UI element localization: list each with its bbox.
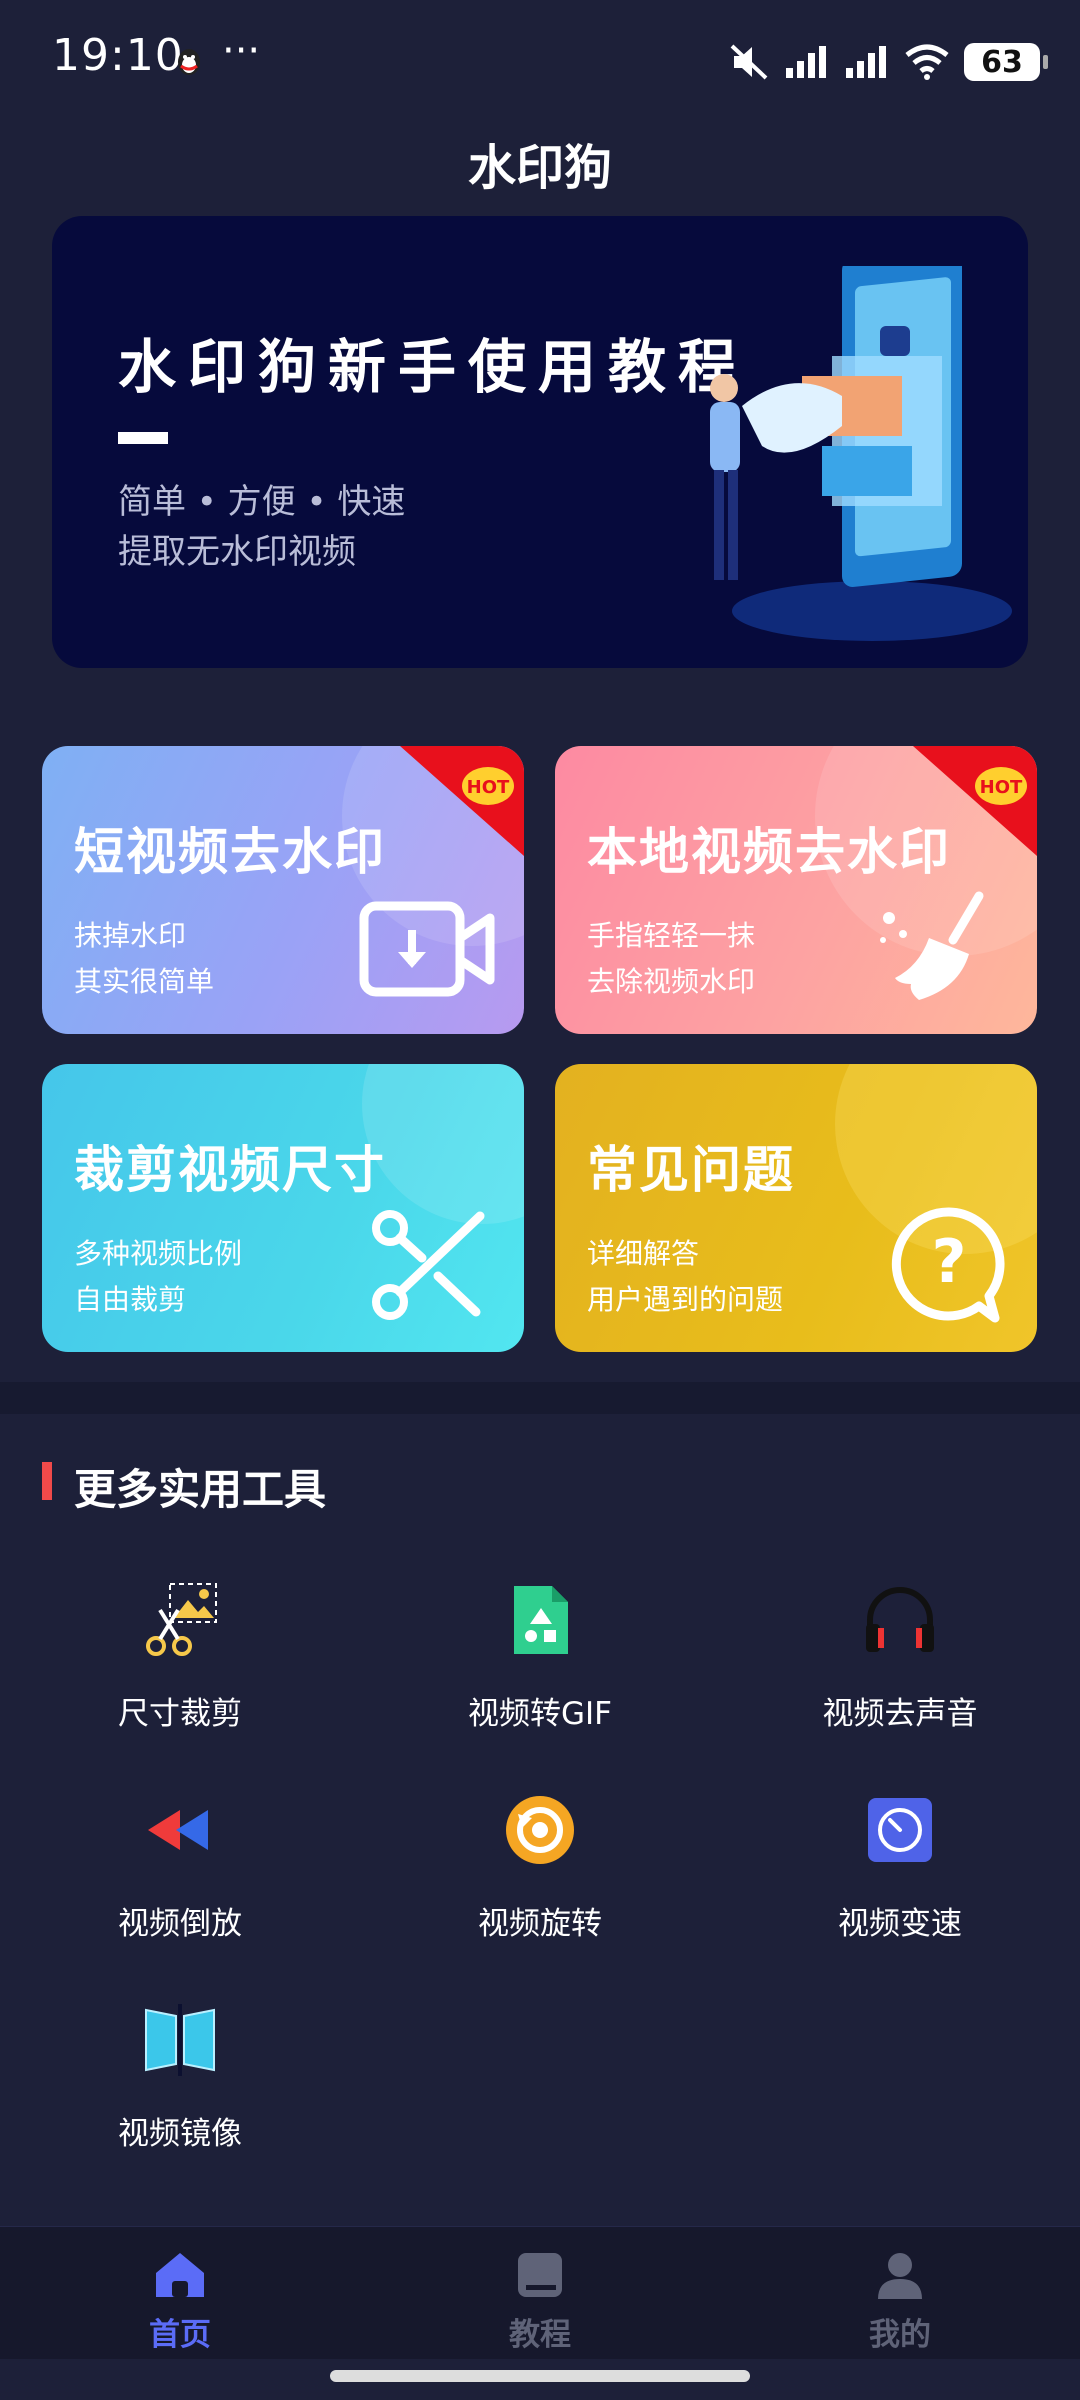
book-icon — [518, 2253, 562, 2297]
card-short-video-watermark[interactable]: HOT 短视频去水印 抹掉水印 其实很简单 — [42, 746, 524, 1034]
nav-label: 教程 — [509, 2317, 571, 2353]
tool-size-crop[interactable]: 尺寸裁剪 — [30, 1580, 330, 1760]
status-more-dots: ··· — [222, 28, 261, 74]
card-subtitle-1: 详细解答 — [587, 1237, 700, 1270]
card-subtitle-2: 其实很简单 — [74, 965, 215, 998]
headphones-icon — [866, 1587, 934, 1652]
banner-dash — [118, 432, 168, 444]
hot-badge-icon: HOT — [400, 746, 524, 856]
banner-illustration — [710, 266, 1012, 641]
tool-label: 视频镜像 — [118, 2116, 242, 2152]
card-title: 常见问题 — [587, 1141, 795, 1199]
tool-label: 视频旋转 — [478, 1906, 602, 1942]
nav-label: 我的 — [869, 2317, 931, 2353]
tool-reverse-video[interactable]: 视频倒放 — [30, 1790, 330, 1970]
tool-mirror-video[interactable]: 视频镜像 — [30, 2000, 330, 2180]
tool-label: 视频变速 — [838, 1906, 962, 1942]
tool-label: 视频倒放 — [118, 1906, 242, 1942]
video-download-icon — [359, 901, 495, 997]
tool-label: 视频转GIF — [468, 1696, 612, 1732]
banner-title: 水印狗新手使用教程 — [118, 333, 749, 401]
section-accent-bar — [42, 1462, 52, 1500]
bottom-navigation: 首页 教程 我的 — [0, 2226, 1080, 2359]
rewind-icon — [148, 1810, 208, 1850]
rotate-icon — [506, 1796, 574, 1864]
section-title: 更多实用工具 — [74, 1465, 327, 1514]
hot-badge-text: HOT — [467, 777, 510, 798]
user-icon — [878, 2253, 922, 2299]
card-subtitle-1: 手指轻轻一抹 — [587, 919, 756, 952]
home-indicator[interactable] — [330, 2370, 750, 2382]
card-subtitle-1: 多种视频比例 — [74, 1237, 243, 1270]
signal-icon-2 — [846, 46, 886, 78]
card-subtitle-2: 用户遇到的问题 — [587, 1283, 784, 1316]
banner-subtitle-2: 提取无水印视频 — [118, 532, 356, 572]
tool-label: 尺寸裁剪 — [118, 1696, 242, 1732]
tool-remove-audio[interactable]: 视频去声音 — [750, 1580, 1050, 1760]
home-icon — [156, 2253, 204, 2297]
tool-video-speed[interactable]: 视频变速 — [750, 1790, 1050, 1970]
banner-subtitle-1: 简单 • 方便 • 快速 — [118, 482, 406, 522]
nav-home[interactable]: 首页 — [80, 2237, 280, 2355]
nav-tutorial[interactable]: 教程 — [440, 2237, 640, 2355]
crop-scissors-icon — [146, 1583, 217, 1656]
question-bubble-icon: ? — [891, 1207, 1005, 1323]
card-decoration — [362, 1064, 524, 1224]
card-local-video-watermark[interactable]: HOT 本地视频去水印 手指轻轻一抹 去除视频水印 — [555, 746, 1037, 1034]
status-time: 19:10 — [52, 30, 184, 81]
nav-label: 首页 — [149, 2317, 211, 2353]
scissors-icon — [372, 1210, 485, 1320]
status-bar: 19:10 ··· 63 — [0, 0, 1080, 120]
status-icons: 63 — [728, 38, 1048, 86]
card-faq[interactable]: 常见问题 详细解答 用户遇到的问题 ? — [555, 1064, 1037, 1352]
card-subtitle-1: 抹掉水印 — [74, 919, 187, 952]
broom-icon — [880, 891, 984, 1000]
hot-badge-text: HOT — [980, 777, 1023, 798]
mute-icon — [730, 44, 768, 80]
section-divider — [0, 1382, 1080, 1414]
signal-icon-1 — [786, 46, 826, 78]
speed-gauge-icon — [868, 1798, 932, 1862]
tool-label: 视频去声音 — [822, 1696, 978, 1732]
card-crop-video-size[interactable]: 裁剪视频尺寸 多种视频比例 自由裁剪 — [42, 1064, 524, 1352]
card-title: 裁剪视频尺寸 — [74, 1141, 386, 1199]
svg-text:?: ? — [932, 1227, 967, 1297]
mirror-icon — [145, 2004, 215, 2076]
card-title: 本地视频去水印 — [587, 823, 951, 881]
gif-file-icon — [514, 1586, 568, 1654]
nav-profile[interactable]: 我的 — [800, 2237, 1000, 2355]
card-subtitle-2: 自由裁剪 — [74, 1283, 187, 1316]
tool-video-to-gif[interactable]: 视频转GIF — [390, 1580, 690, 1760]
page-title: 水印狗 — [467, 140, 612, 196]
card-title: 短视频去水印 — [74, 823, 386, 881]
qq-penguin-icon — [178, 49, 200, 75]
tutorial-banner[interactable]: 水印狗新手使用教程 简单 • 方便 • 快速 提取无水印视频 — [52, 216, 1028, 668]
card-subtitle-2: 去除视频水印 — [587, 965, 756, 998]
battery-indicator: 63 — [964, 43, 1048, 81]
wifi-icon — [905, 44, 949, 80]
tool-rotate-video[interactable]: 视频旋转 — [390, 1790, 690, 1970]
